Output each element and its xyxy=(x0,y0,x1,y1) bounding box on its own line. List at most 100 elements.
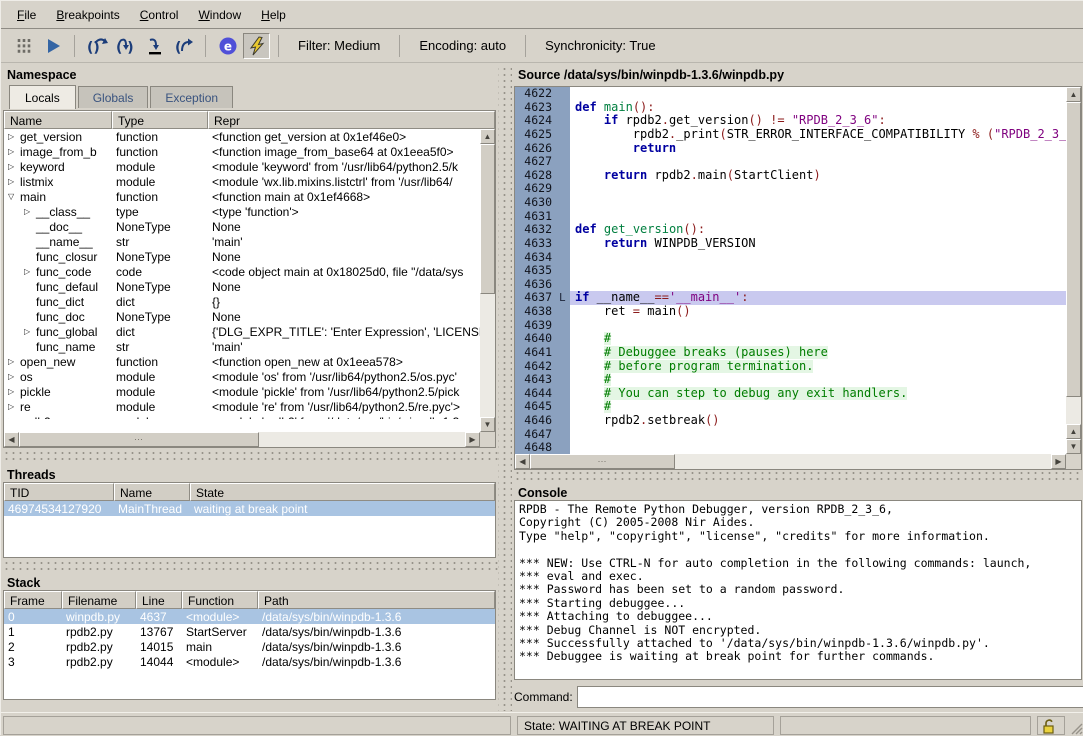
step-into-icon[interactable]: ( ) xyxy=(112,33,139,59)
scrollbar-thumb[interactable] xyxy=(480,144,495,294)
table-row[interactable]: __doc__NoneTypeNone xyxy=(4,219,480,234)
source-line[interactable]: 4643 # xyxy=(515,373,1066,387)
expander-icon[interactable]: ▷ xyxy=(8,175,20,189)
table-row[interactable]: ▷keywordmodule<module 'keyword' from '/u… xyxy=(4,159,480,174)
expander-icon[interactable]: ▷ xyxy=(8,355,20,369)
scroll-left-icon[interactable]: ◀ xyxy=(4,432,19,447)
source-line[interactable]: 4634 xyxy=(515,251,1066,265)
table-row[interactable]: func_closurNoneTypeNone xyxy=(4,249,480,264)
resize-grip-icon[interactable] xyxy=(1069,721,1083,735)
column-header[interactable]: Name xyxy=(4,111,112,129)
table-row[interactable]: ▷get_versionfunction<function get_versio… xyxy=(4,129,480,144)
source-line[interactable]: 4626 return xyxy=(515,142,1066,156)
scrollbar-thumb[interactable]: ⋯ xyxy=(530,454,675,469)
filter-label[interactable]: Filter: Medium xyxy=(286,38,392,53)
expander-icon[interactable]: ▷ xyxy=(8,415,20,420)
table-row[interactable]: 46974534127920MainThreadwaiting at break… xyxy=(4,501,495,516)
source-vscrollbar[interactable]: ▲ ▲ ▼ xyxy=(1066,87,1081,454)
source-line[interactable]: 4631 xyxy=(515,210,1066,224)
scroll-up-icon[interactable]: ▲ xyxy=(1066,87,1081,102)
table-row[interactable]: ▷func_globaldict{'DLG_EXPR_TITLE': 'Ente… xyxy=(4,324,480,339)
table-row[interactable]: ▷__class__type<type 'function'> xyxy=(4,204,480,219)
expander-icon[interactable]: ▷ xyxy=(8,160,20,174)
source-line[interactable]: 4646 rpdb2.setbreak() xyxy=(515,414,1066,428)
column-header[interactable]: TID xyxy=(4,483,114,501)
command-input[interactable] xyxy=(577,686,1083,708)
table-row[interactable]: ▽mainfunction<function main at 0x1ef4668… xyxy=(4,189,480,204)
encoding-icon[interactable]: e xyxy=(214,33,241,59)
source-line[interactable]: 4638 ret = main() xyxy=(515,305,1066,319)
scroll-up-icon[interactable]: ▲ xyxy=(480,129,495,144)
scroll-right-icon[interactable]: ▶ xyxy=(465,432,480,447)
column-header[interactable]: Repr xyxy=(208,111,495,129)
expander-icon[interactable]: ▷ xyxy=(8,130,20,144)
return-icon[interactable]: ( xyxy=(170,33,197,59)
column-header[interactable]: Name xyxy=(114,483,190,501)
source-line[interactable]: 4627 xyxy=(515,155,1066,169)
table-row[interactable]: 2rpdb2.py14015main/data/sys/bin/winpdb-1… xyxy=(4,639,495,654)
source-line[interactable]: 4636 xyxy=(515,278,1066,292)
table-row[interactable]: func_dictdict{} xyxy=(4,294,480,309)
column-header[interactable]: State xyxy=(190,483,495,501)
source-line[interactable]: 4645 # xyxy=(515,400,1066,414)
source-line[interactable]: 4623def main(): xyxy=(515,101,1066,115)
expander-icon[interactable]: ▷ xyxy=(24,325,36,339)
menu-control[interactable]: Control xyxy=(130,3,189,27)
scroll-left-icon[interactable]: ◀ xyxy=(515,454,530,469)
splitter-handle[interactable] xyxy=(512,472,1083,483)
source-line[interactable]: 4632def get_version(): xyxy=(515,223,1066,237)
scroll-right-icon[interactable]: ▶ xyxy=(1051,454,1066,469)
source-line[interactable]: 4635 xyxy=(515,264,1066,278)
expander-icon[interactable]: ▷ xyxy=(24,205,36,219)
tab-globals[interactable]: Globals xyxy=(78,86,149,108)
source-line[interactable]: 4644 # You can step to debug any exit ha… xyxy=(515,387,1066,401)
break-icon[interactable] xyxy=(10,33,37,59)
splitter-handle[interactable] xyxy=(1,452,498,463)
table-row[interactable]: func_defaulNoneTypeNone xyxy=(4,279,480,294)
table-row[interactable]: ▷image_from_bfunction<function image_fro… xyxy=(4,144,480,159)
table-row[interactable]: ▷func_codecode<code object main at 0x180… xyxy=(4,264,480,279)
source-line[interactable]: 4647 xyxy=(515,428,1066,442)
menu-window[interactable]: Window xyxy=(188,3,251,27)
menu-breakpoints[interactable]: Breakpoints xyxy=(46,3,129,27)
scroll-up-icon[interactable]: ▲ xyxy=(1066,424,1081,439)
table-row[interactable]: func_namestr'main' xyxy=(4,339,480,354)
column-header[interactable]: Line xyxy=(136,591,182,609)
go-icon[interactable] xyxy=(39,33,66,59)
splitter-handle[interactable] xyxy=(498,64,512,711)
console-output[interactable]: RPDB - The Remote Python Debugger, versi… xyxy=(514,500,1082,680)
menu-help[interactable]: Help xyxy=(251,3,296,27)
source-line[interactable]: 4642 # before program termination. xyxy=(515,360,1066,374)
table-row[interactable]: ▷osmodule<module 'os' from '/usr/lib64/p… xyxy=(4,369,480,384)
source-line[interactable]: 4625 rpdb2._print(STR_ERROR_INTERFACE_CO… xyxy=(515,128,1066,142)
table-row[interactable]: ▷open_newfunction<function open_new at 0… xyxy=(4,354,480,369)
table-row[interactable]: __name__str'main' xyxy=(4,234,480,249)
source-line[interactable]: 4639 xyxy=(515,319,1066,333)
splitter-handle[interactable] xyxy=(1,562,498,573)
table-row[interactable]: ▷rpdb2module<module 'rpdb2' from '/data/… xyxy=(4,414,480,419)
expander-icon[interactable]: ▽ xyxy=(8,190,20,204)
table-row[interactable]: ▷listmixmodule<module 'wx.lib.mixins.lis… xyxy=(4,174,480,189)
source-hscrollbar[interactable]: ◀ ⋯ ▶ xyxy=(515,454,1066,469)
table-row[interactable]: 0winpdb.py4637<module>/data/sys/bin/winp… xyxy=(4,609,495,624)
table-row[interactable]: ▷remodule<module 're' from '/usr/lib64/p… xyxy=(4,399,480,414)
expander-icon[interactable]: ▷ xyxy=(8,370,20,384)
tab-exception[interactable]: Exception xyxy=(150,86,233,108)
encoding-label[interactable]: Encoding: auto xyxy=(407,38,518,53)
scrollbar-thumb[interactable]: ⋯ xyxy=(19,432,259,447)
column-header[interactable]: Filename xyxy=(62,591,136,609)
table-row[interactable]: ▷picklemodule<module 'pickle' from '/usr… xyxy=(4,384,480,399)
source-editor[interactable]: 46224623def main():4624 if rpdb2.get_ver… xyxy=(514,86,1082,470)
scrollbar-thumb[interactable] xyxy=(1066,102,1081,397)
scroll-down-icon[interactable]: ▼ xyxy=(1066,439,1081,454)
expander-icon[interactable]: ▷ xyxy=(24,265,36,279)
column-header[interactable]: Path xyxy=(258,591,495,609)
next-icon[interactable]: () xyxy=(83,33,110,59)
source-line[interactable]: 4633 return WINPDB_VERSION xyxy=(515,237,1066,251)
expander-icon[interactable]: ▷ xyxy=(8,400,20,414)
expander-icon[interactable]: ▷ xyxy=(8,145,20,159)
source-line[interactable]: 4648 xyxy=(515,441,1066,454)
source-line[interactable]: 4641 # Debuggee breaks (pauses) here xyxy=(515,346,1066,360)
source-line[interactable]: 4640 # xyxy=(515,332,1066,346)
column-header[interactable]: Frame xyxy=(4,591,62,609)
